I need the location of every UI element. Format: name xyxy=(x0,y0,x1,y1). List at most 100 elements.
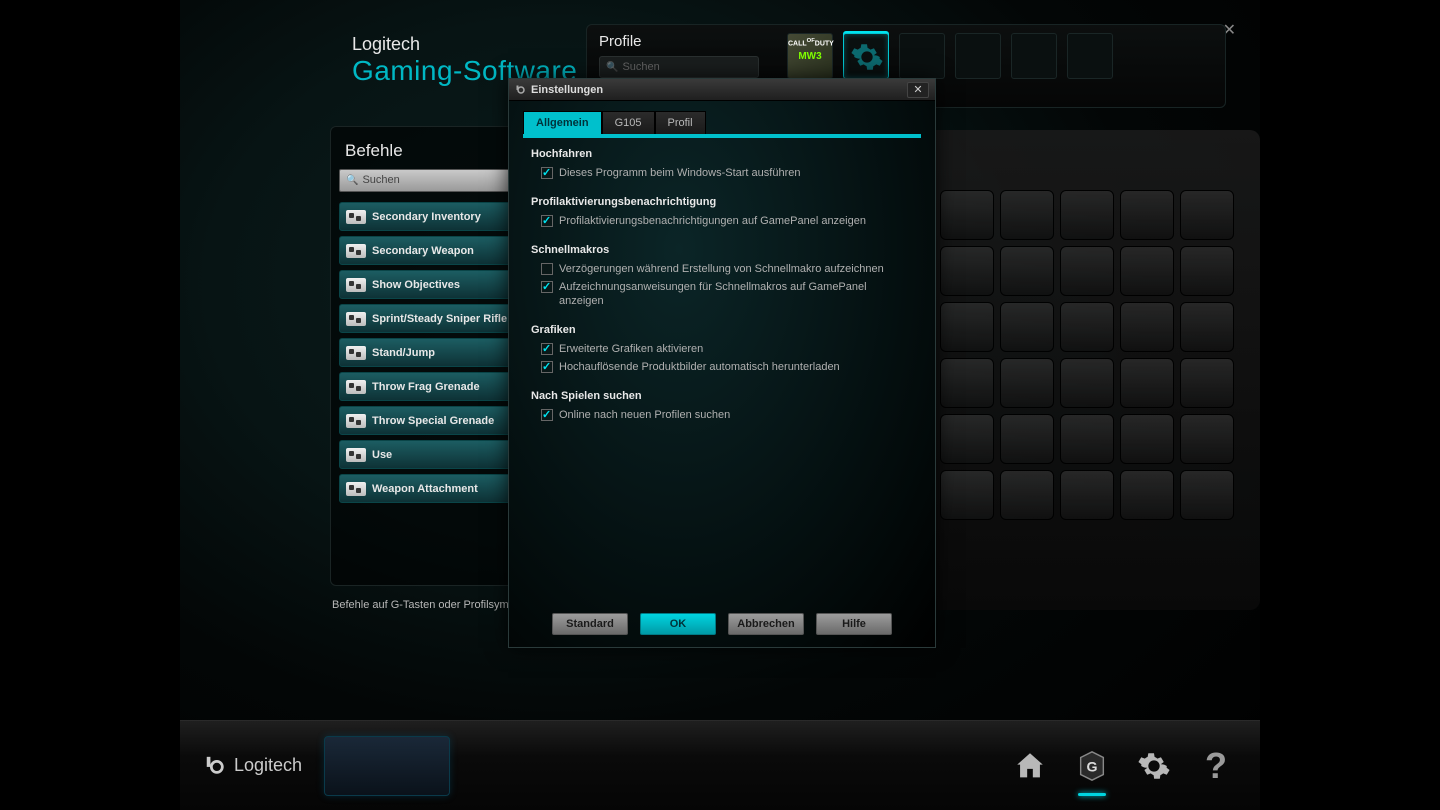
checkbox-row[interactable]: Profilaktivierungsbenachrichtigungen auf… xyxy=(541,214,913,228)
kbd-key xyxy=(1120,414,1174,464)
brand-mark-text: Logitech xyxy=(234,755,302,776)
checkbox-row[interactable]: Aufzeichnungsanweisungen für Schnellmakr… xyxy=(541,280,913,308)
gear-icon xyxy=(1137,749,1171,783)
kbd-key xyxy=(1000,358,1054,408)
kbd-key xyxy=(940,470,994,520)
tab-allgemein[interactable]: Allgemein xyxy=(523,111,602,134)
settings-button[interactable] xyxy=(1134,746,1174,786)
settings-group: HochfahrenDieses Programm beim Windows-S… xyxy=(531,148,913,180)
home-button[interactable] xyxy=(1010,746,1050,786)
profile-search-input[interactable]: Suchen xyxy=(599,56,759,78)
kbd-key xyxy=(1120,470,1174,520)
ok-button[interactable]: OK xyxy=(640,613,716,635)
profile-tile-2[interactable] xyxy=(899,33,945,79)
checkbox-row[interactable]: Hochauflösende Produktbilder automatisch… xyxy=(541,360,913,374)
checkbox-label: Erweiterte Grafiken aktivieren xyxy=(559,342,703,356)
checkbox-label: Verzögerungen während Erstellung von Sch… xyxy=(559,262,884,276)
key-icon xyxy=(346,210,366,224)
kbd-key xyxy=(940,302,994,352)
key-icon xyxy=(346,482,366,496)
checkbox-icon xyxy=(541,409,553,421)
key-icon xyxy=(346,244,366,258)
help-button[interactable]: Hilfe xyxy=(816,613,892,635)
checkbox-icon xyxy=(541,281,553,293)
settings-body: HochfahrenDieses Programm beim Windows-S… xyxy=(509,138,935,422)
command-label: Secondary Weapon xyxy=(372,245,474,257)
device-thumbnail[interactable] xyxy=(324,736,450,796)
settings-titlebar[interactable]: Einstellungen ✕ xyxy=(509,79,935,101)
settings-tabs: AllgemeinG105Profil xyxy=(509,101,935,134)
kbd-key xyxy=(1000,190,1054,240)
logitech-icon xyxy=(515,84,527,96)
tab-g105[interactable]: G105 xyxy=(602,111,655,134)
kbd-key xyxy=(1060,246,1114,296)
gkey-button[interactable]: G xyxy=(1072,746,1112,786)
checkbox-label: Dieses Programm beim Windows-Start ausfü… xyxy=(559,166,800,180)
settings-close-button[interactable]: ✕ xyxy=(907,82,929,98)
settings-group-title: Profilaktivierungsbenachrichtigung xyxy=(531,196,913,208)
kbd-key xyxy=(1120,190,1174,240)
profile-tile-1[interactable] xyxy=(843,33,889,79)
kbd-key xyxy=(1060,358,1114,408)
key-icon xyxy=(346,278,366,292)
kbd-key xyxy=(1180,470,1234,520)
svg-text:G: G xyxy=(1086,759,1097,775)
kbd-key xyxy=(1060,190,1114,240)
kbd-key xyxy=(1060,414,1114,464)
settings-group: Profilaktivierungsbenachrichtigung Profil… xyxy=(531,196,913,228)
kbd-key xyxy=(1120,246,1174,296)
profile-tile-3[interactable] xyxy=(955,33,1001,79)
profile-tiles: CALLOFDUTYMW3 xyxy=(787,33,1113,79)
help-icon-button[interactable]: ? xyxy=(1196,746,1236,786)
bottom-bar: Logitech G ? xyxy=(180,720,1260,810)
settings-buttons: Standard OK Abbrechen Hilfe xyxy=(509,613,935,635)
cancel-button[interactable]: Abbrechen xyxy=(728,613,804,635)
kbd-key xyxy=(1180,414,1234,464)
checkbox-row[interactable]: Dieses Programm beim Windows-Start ausfü… xyxy=(541,166,913,180)
brand-mark: Logitech xyxy=(204,755,302,777)
logitech-logo-icon xyxy=(204,755,226,777)
kbd-key xyxy=(940,414,994,464)
kbd-key xyxy=(1060,470,1114,520)
settings-title: Einstellungen xyxy=(531,84,603,96)
checkbox-row[interactable]: Erweiterte Grafiken aktivieren xyxy=(541,342,913,356)
command-label: Weapon Attachment xyxy=(372,483,478,495)
key-icon xyxy=(346,448,366,462)
checkbox-row[interactable]: Online nach neuen Profilen suchen xyxy=(541,408,913,422)
settings-group-title: Grafiken xyxy=(531,324,913,336)
settings-group: Grafiken Erweiterte Grafiken aktivieren Ho… xyxy=(531,324,913,374)
kbd-key xyxy=(1000,414,1054,464)
command-label: Show Objectives xyxy=(372,279,460,291)
kbd-key xyxy=(1000,246,1054,296)
profile-tile-0[interactable]: CALLOFDUTYMW3 xyxy=(787,33,833,79)
checkbox-row[interactable]: Verzögerungen während Erstellung von Sch… xyxy=(541,262,913,276)
kbd-key xyxy=(1120,358,1174,408)
checkbox-label: Online nach neuen Profilen suchen xyxy=(559,408,730,422)
kbd-key xyxy=(1000,302,1054,352)
kbd-key xyxy=(1180,246,1234,296)
tab-profil[interactable]: Profil xyxy=(655,111,706,134)
kbd-key xyxy=(1060,302,1114,352)
profile-tile-5[interactable] xyxy=(1067,33,1113,79)
kbd-key xyxy=(1180,358,1234,408)
kbd-key xyxy=(1120,302,1174,352)
key-icon xyxy=(346,380,366,394)
settings-group-title: Schnellmakros xyxy=(531,244,913,256)
question-icon: ? xyxy=(1205,745,1227,787)
key-icon xyxy=(346,414,366,428)
checkbox-label: Profilaktivierungsbenachrichtigungen auf… xyxy=(559,214,866,228)
key-icon xyxy=(346,346,366,360)
settings-group: Nach Spielen suchenOnline nach neuen Pro… xyxy=(531,390,913,422)
main-window: — ✕ Logitech Gaming-Software Profile Suc… xyxy=(180,0,1260,810)
default-button[interactable]: Standard xyxy=(552,613,628,635)
checkbox-icon xyxy=(541,263,553,275)
checkbox-icon xyxy=(541,215,553,227)
kbd-key xyxy=(1000,470,1054,520)
kbd-key xyxy=(940,358,994,408)
kbd-key xyxy=(1180,302,1234,352)
profile-tile-4[interactable] xyxy=(1011,33,1057,79)
kbd-key xyxy=(940,190,994,240)
kbd-key xyxy=(1180,190,1234,240)
home-icon xyxy=(1013,749,1047,783)
checkbox-label: Hochauflösende Produktbilder automatisch… xyxy=(559,360,840,374)
